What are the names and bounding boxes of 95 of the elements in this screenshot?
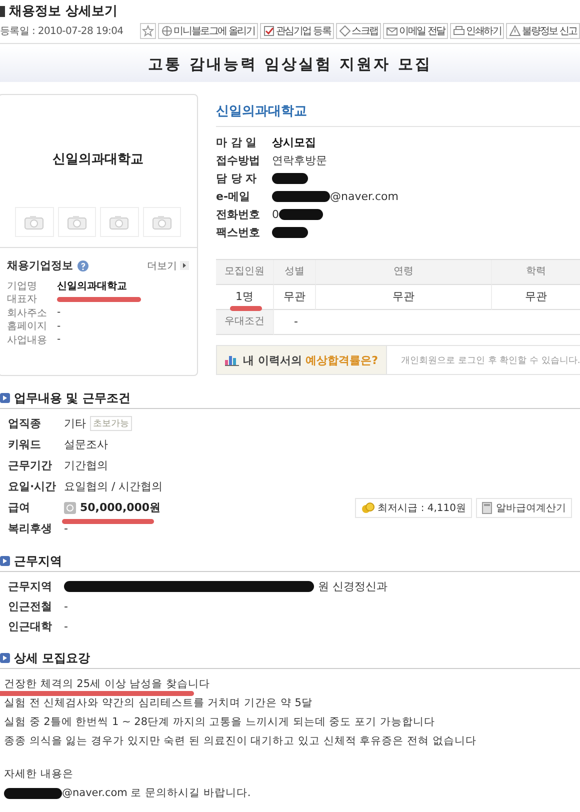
field-label: 인근대학 [8, 618, 53, 634]
field-value: - [57, 334, 61, 346]
table-cell: 무관 [284, 290, 306, 303]
field-label: 담 당 자 [216, 170, 258, 186]
field-value: 연락후방문 [272, 152, 327, 168]
mail-icon [386, 25, 398, 37]
text-line: 건장한 체격의 25세 이상 남성을 찾습니다 [4, 678, 210, 690]
field-value: 요일협의 / 시간협의 [64, 479, 163, 494]
field-label: 전화번호 [216, 206, 261, 222]
text-line: 실험 전 신체검사와 약간의 심리테스트를 거치며 기간은 약 5달 [4, 697, 312, 709]
field-value: 신일의과대학교 [57, 280, 127, 293]
help-icon [77, 260, 89, 272]
field-value: - [64, 620, 68, 632]
field-value: - [294, 315, 298, 328]
field-label: 인근전철 [8, 598, 53, 614]
printer-icon [453, 25, 466, 37]
field-value: - [57, 320, 61, 332]
info-title: 채용기업정보 [7, 258, 73, 273]
field-label: 요일·시간 [8, 479, 58, 494]
toolbar-button[interactable]: 미니블로그에 올리기 [158, 23, 258, 39]
field-label: 근무지역 [8, 578, 53, 594]
toolbar-button[interactable]: 인쇄하기 [450, 23, 504, 39]
field-label: 복리후생 [8, 521, 53, 536]
company-name: 신일의과대학교 [216, 94, 580, 127]
field-value: 기타 [64, 416, 86, 431]
field-label: 기업명 [7, 280, 38, 293]
field-value: 설문조사 [64, 437, 108, 452]
camera-icon [109, 214, 130, 230]
bullet-icon [0, 556, 10, 566]
column-header: 연령 [316, 260, 492, 285]
column-header: 학력 [492, 260, 580, 285]
text-line: 자세한 내용은 [4, 768, 74, 780]
field-label: 마 감 일 [216, 134, 258, 150]
toolbar-button[interactable]: 이메일 전달 [383, 23, 448, 39]
text-line: 종종 의식을 잃는 경우가 있지만 숙련 된 의료진이 대기하고 있고 신체적 후유증은 전혀 없습니다 [4, 735, 476, 747]
table-cell: 1명 [236, 290, 254, 303]
field-value: 0 [272, 208, 279, 220]
text-line: @naver.com 로 문의하시길 바랍니다. [62, 787, 251, 799]
company-logo-text: 신일의과대학교 [52, 151, 144, 168]
field-value: - [64, 600, 68, 612]
arrow-icon [180, 261, 189, 270]
field-label: 팩스번호 [216, 224, 261, 240]
field-value: - [64, 522, 68, 535]
salary-value: 50,000,000원 [80, 501, 161, 514]
field-label: e-메일 [216, 188, 252, 204]
field-value: @naver.com [330, 190, 398, 202]
diamond-icon [338, 25, 351, 37]
warning-icon [509, 25, 522, 37]
banner-note: 개인회원으로 로그인 후 확인할 수 있습니다. [400, 354, 580, 366]
field-label: 업직종 [8, 416, 42, 431]
field-value: - [57, 307, 61, 318]
text-line: 실험 중 2틀에 한번씩 1 ~ 28단계 까지의 고통을 느끼시게 되는데 중도 포기 가능합니다 [4, 716, 435, 728]
field-label: 키워드 [8, 437, 42, 452]
bar-chart-icon [225, 354, 239, 366]
table-cell: 무관 [392, 290, 414, 303]
field-label: 사업내용 [7, 334, 48, 347]
page-title: 채용정보 상세보기 [9, 3, 118, 20]
bullet-icon [0, 653, 10, 663]
section-title: 상세 모집요강 [14, 650, 90, 666]
square-bullet-icon [0, 6, 5, 16]
camera-icon [24, 214, 44, 230]
banner-title: 내 이력서의 예상합격률은? [243, 352, 378, 368]
field-label: 우대조건 [216, 310, 274, 335]
calculator-button[interactable]: 알바급여계산기 [476, 498, 572, 518]
section-title: 근무지역 [14, 552, 62, 570]
tag: 초보가능 [90, 416, 132, 431]
coins-icon [360, 502, 375, 514]
job-title: 고통 감내능력 임상실험 지원자 모집 [148, 54, 432, 74]
field-label: 접수방법 [216, 152, 261, 168]
globe-icon [160, 25, 173, 37]
posted-date: 등록일 : 2010-07-28 19:04 [0, 25, 124, 38]
table-cell: 무관 [525, 290, 548, 303]
minimum-wage-badge: 최저시급 : 4,110원 [354, 498, 472, 518]
field-value: 상시모집 [272, 134, 316, 150]
column-header: 성별 [274, 260, 316, 285]
field-value: 기간협의 [64, 458, 108, 473]
field-label: 홈페이지 [7, 320, 48, 334]
checkbox-icon [262, 25, 275, 37]
column-header: 모집인원 [216, 260, 274, 285]
star-button[interactable] [140, 23, 156, 39]
camera-icon [66, 214, 87, 230]
field-value: 원 신경정신과 [318, 578, 388, 594]
coin-icon [64, 502, 76, 514]
toolbar-button[interactable]: 관심기업 등록 [260, 23, 334, 39]
section-title: 업무내용 및 근무조건 [14, 390, 130, 406]
more-link[interactable]: 더보기 [147, 258, 189, 272]
camera-icon [152, 214, 172, 230]
calculator-icon [482, 502, 492, 514]
field-label: 근무기간 [8, 458, 53, 473]
toolbar-button[interactable]: 불량정보 신고 [506, 23, 580, 39]
toolbar-button[interactable]: 스크랩 [336, 23, 382, 39]
bullet-icon [0, 393, 10, 403]
field-label: 대표자 [7, 293, 38, 306]
field-label: 회사주소 [7, 306, 48, 320]
field-label: 급여 [8, 500, 31, 515]
